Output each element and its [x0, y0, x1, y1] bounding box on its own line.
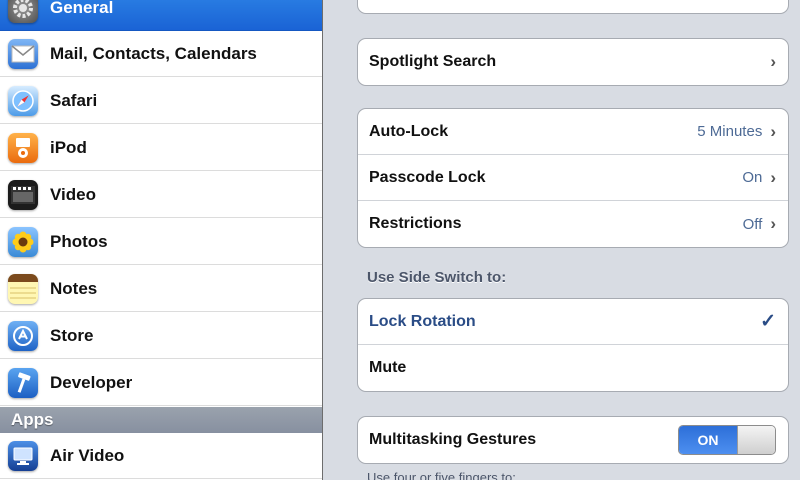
notepad-icon: [8, 273, 38, 304]
row-value: On: [742, 169, 763, 186]
hammer-icon: [8, 367, 38, 398]
restrictions-row[interactable]: Restrictions Off ›: [358, 201, 788, 247]
chevron-right-icon: ›: [770, 121, 776, 141]
sidebar-item-label: Safari: [50, 90, 98, 110]
sidebar-item-label: Notes: [50, 278, 98, 298]
row-value: Off: [742, 215, 763, 233]
chevron-right-icon: ›: [770, 167, 776, 187]
row-label: Restrictions: [369, 215, 462, 232]
store-icon: [8, 320, 38, 351]
settings-group-lock: Auto-Lock 5 Minutes › Passcode Lock On ›…: [357, 108, 789, 248]
row-label: Passcode Lock: [369, 168, 486, 186]
auto-lock-row[interactable]: Auto-Lock 5 Minutes ›: [358, 109, 788, 155]
chevron-right-icon: ›: [770, 52, 776, 71]
side-switch-section-title: Use Side Switch to:: [367, 269, 507, 286]
lock-rotation-option[interactable]: Lock Rotation ✓: [358, 299, 788, 345]
sidebar-item-air-video[interactable]: Air Video: [0, 433, 322, 479]
sidebar-item-label: Store: [50, 325, 94, 345]
settings-group-multitasking: Multitasking Gestures ON: [357, 416, 789, 464]
multitasking-toggle[interactable]: ON: [678, 425, 776, 455]
row-label: Auto-Lock: [369, 122, 449, 140]
apps-section-header: Apps: [0, 407, 322, 433]
sidebar-item-label: iPod: [50, 137, 87, 157]
settings-pane: Spotlight Search › Auto-Lock 5 Minutes ›…: [323, 0, 800, 480]
passcode-lock-row[interactable]: Passcode Lock On ›: [358, 155, 788, 201]
sidebar-item-label: General: [50, 0, 114, 17]
monitor-icon: [8, 440, 38, 471]
settings-group-side-switch: Lock Rotation ✓ Mute: [357, 298, 789, 392]
compass-icon: [8, 85, 38, 116]
multitasking-gestures-row: Multitasking Gestures ON: [358, 417, 788, 463]
sidebar-item-label: Air Video: [50, 445, 125, 465]
sidebar-item-notes[interactable]: Notes: [0, 266, 322, 312]
mail-icon: [8, 38, 38, 69]
sidebar-item-photos[interactable]: Photos: [0, 219, 322, 265]
film-icon: [8, 179, 38, 210]
sidebar: General Mail, Contacts, Calendars Safari…: [0, 0, 322, 480]
row-label: Lock Rotation: [369, 312, 476, 330]
sidebar-item-mail[interactable]: Mail, Contacts, Calendars: [0, 31, 322, 77]
sidebar-item-label: Developer: [50, 372, 133, 392]
gear-icon: [8, 0, 38, 23]
sidebar-item-store[interactable]: Store: [0, 313, 322, 359]
toggle-knob[interactable]: [737, 426, 775, 454]
sidebar-item-label: Mail, Contacts, Calendars: [50, 43, 257, 63]
sunflower-icon: [8, 226, 38, 257]
sidebar-item-developer[interactable]: Developer: [0, 360, 322, 406]
spotlight-search-row[interactable]: Spotlight Search ›: [358, 39, 788, 85]
settings-group-spotlight: Spotlight Search ›: [357, 38, 789, 86]
checkmark-icon: ✓: [760, 311, 776, 332]
toggle-state-label: ON: [679, 426, 737, 454]
settings-group-top: [357, 0, 789, 14]
chevron-right-icon: ›: [770, 214, 776, 233]
ipod-icon: [8, 132, 38, 163]
row-label: Multitasking Gestures: [369, 431, 537, 448]
sidebar-item-safari[interactable]: Safari: [0, 78, 322, 124]
row-label: Spotlight Search: [369, 53, 497, 70]
row-value: 5 Minutes: [697, 123, 763, 140]
multitasking-footer-text: Use four or five fingers to:: [367, 470, 516, 480]
row-label: Mute: [369, 359, 407, 376]
sidebar-item-ipod[interactable]: iPod: [0, 125, 322, 171]
sidebar-item-label: Photos: [50, 231, 108, 251]
sidebar-item-general[interactable]: General: [0, 0, 322, 31]
sidebar-item-video[interactable]: Video: [0, 172, 322, 218]
sidebar-item-label: Video: [50, 184, 96, 204]
mute-option[interactable]: Mute: [358, 345, 788, 391]
